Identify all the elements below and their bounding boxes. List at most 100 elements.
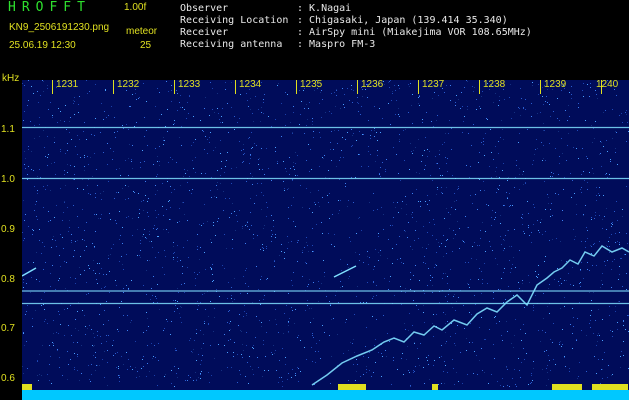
noise-dot	[497, 381, 498, 382]
noise-dot	[158, 236, 159, 237]
noise-dot	[289, 157, 290, 158]
noise-dot	[444, 92, 445, 93]
noise-dot	[105, 89, 106, 90]
noise-dot	[541, 142, 542, 143]
noise-dot	[590, 315, 591, 316]
noise-dot	[390, 225, 391, 226]
noise-dot	[271, 236, 272, 237]
noise-dot	[416, 189, 417, 190]
noise-dot	[418, 139, 419, 140]
noise-dot	[266, 332, 267, 333]
noise-dot	[374, 266, 375, 267]
noise-dot	[368, 166, 369, 167]
noise-dot	[264, 225, 265, 226]
noise-dot	[397, 369, 398, 370]
noise-dot	[39, 354, 40, 355]
noise-dot	[163, 215, 164, 216]
noise-dot	[515, 177, 516, 178]
noise-dot	[297, 240, 298, 241]
noise-dot	[482, 279, 483, 280]
noise-dot	[110, 254, 111, 255]
noise-dot	[222, 108, 223, 109]
noise-dot	[221, 116, 222, 117]
noise-dot	[617, 329, 618, 330]
noise-dot	[153, 356, 154, 357]
noise-dot	[122, 188, 123, 189]
noise-dot	[379, 108, 380, 109]
noise-dot	[490, 129, 491, 130]
noise-dot	[414, 342, 415, 343]
noise-dot	[444, 361, 445, 362]
datetime-label: 25.06.19 12:30	[9, 40, 76, 51]
noise-dot	[476, 109, 477, 110]
noise-dot	[100, 336, 101, 337]
noise-dot	[400, 258, 401, 259]
noise-dot	[106, 274, 107, 275]
noise-dot	[395, 90, 396, 91]
noise-dot	[28, 149, 29, 150]
noise-dot	[145, 181, 146, 182]
noise-dot	[249, 356, 250, 357]
noise-dot	[143, 234, 144, 235]
noise-dot	[504, 268, 505, 269]
noise-dot	[445, 365, 446, 366]
noise-dot	[119, 307, 120, 308]
noise-dot	[212, 264, 213, 265]
noise-dot	[537, 220, 538, 221]
noise-dot	[45, 156, 46, 157]
noise-dot	[101, 343, 102, 344]
noise-dot	[287, 189, 288, 190]
noise-dot	[318, 351, 319, 352]
noise-dot	[201, 360, 202, 361]
noise-dot	[147, 363, 148, 364]
noise-dot	[88, 193, 89, 194]
noise-dot	[158, 360, 159, 361]
noise-dot	[503, 386, 504, 387]
noise-dot	[246, 224, 247, 225]
noise-dot	[228, 132, 229, 133]
noise-dot	[174, 120, 175, 121]
noise-dot	[572, 333, 573, 334]
noise-dot	[429, 222, 430, 223]
noise-dot	[70, 165, 71, 166]
noise-dot	[432, 292, 433, 293]
noise-dot	[271, 230, 272, 231]
noise-dot	[560, 241, 561, 242]
noise-dot	[347, 264, 348, 265]
noise-dot	[205, 136, 206, 137]
noise-dot	[255, 96, 256, 97]
noise-dot	[122, 243, 123, 244]
noise-dot	[441, 356, 442, 357]
noise-dot	[550, 370, 551, 371]
noise-dot	[445, 332, 446, 333]
noise-dot	[164, 274, 165, 275]
noise-dot	[58, 311, 59, 312]
noise-dot	[574, 239, 575, 240]
noise-dot	[602, 284, 603, 285]
noise-dot	[479, 152, 480, 153]
noise-dot	[616, 132, 617, 133]
noise-dot	[257, 183, 258, 184]
noise-dot	[355, 252, 356, 253]
noise-dot	[330, 304, 331, 305]
app-title: HROFFT	[8, 0, 91, 15]
noise-dot	[283, 161, 284, 162]
spectrogram-plot[interactable]	[22, 80, 629, 400]
time-label-1232: 1232	[117, 79, 140, 90]
noise-dot	[53, 333, 54, 334]
noise-dot	[165, 256, 166, 257]
noise-dot	[474, 295, 475, 296]
noise-dot	[219, 296, 220, 297]
noise-dot	[484, 190, 485, 191]
noise-dot	[356, 359, 357, 360]
noise-dot	[571, 197, 572, 198]
noise-dot	[240, 330, 241, 331]
noise-dot	[359, 217, 360, 218]
noise-dot	[411, 151, 412, 152]
noise-dot	[292, 180, 293, 181]
noise-dot	[223, 210, 224, 211]
noise-dot	[405, 288, 406, 289]
noise-dot	[412, 153, 413, 154]
time-label-1235: 1235	[300, 79, 323, 90]
noise-dot	[252, 147, 253, 148]
